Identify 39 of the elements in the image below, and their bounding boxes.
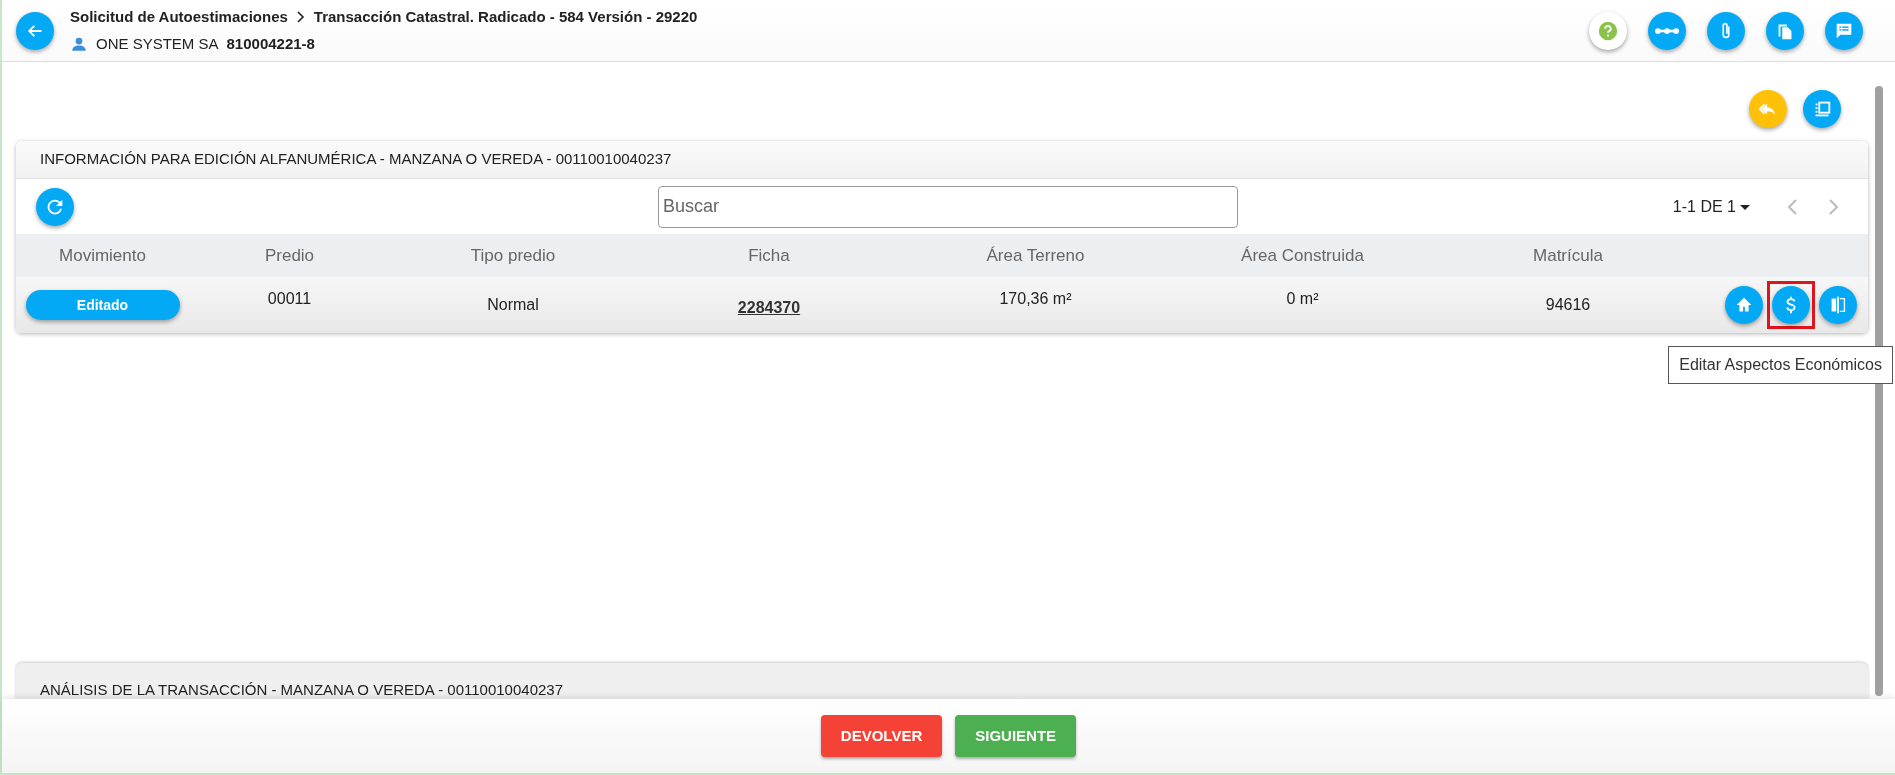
pagination-dropdown[interactable]: 1-1 DE 1 bbox=[1672, 194, 1750, 219]
search-field[interactable]: Buscar bbox=[658, 185, 1238, 228]
return-button[interactable]: DEVOLVER bbox=[820, 715, 943, 757]
panel-title: INFORMACIÓN PARA EDICIÓN ALFANUMÉRICA - MANZANA O VEREDA - 00110010040237 bbox=[16, 141, 1868, 179]
card-link[interactable]: 2284370 bbox=[737, 298, 801, 316]
connected-dots-icon bbox=[1655, 27, 1679, 34]
company-nit: 810004221-8 bbox=[226, 33, 315, 54]
column-header: Ficha bbox=[748, 245, 790, 265]
breadcrumb-item[interactable]: Solicitud de Autoestimaciones bbox=[70, 6, 288, 29]
connected-dots-button[interactable] bbox=[1648, 11, 1686, 50]
table-cell: 94616 bbox=[1545, 296, 1591, 313]
column-header: Movimiento bbox=[59, 245, 146, 265]
next-page-icon[interactable] bbox=[1826, 197, 1840, 216]
table-cell: 00011 bbox=[267, 290, 312, 307]
breadcrumb-item: Transacción Catastral. Radicado - 584 Versión - 29220 bbox=[313, 7, 698, 27]
panel-title: ANÁLISIS DE LA TRANSACCIÓN - MANZANA O VEREDA - 00110010040237 bbox=[40, 679, 563, 699]
tooltip: Editar Aspectos Económicos bbox=[1668, 346, 1893, 384]
refresh-button[interactable] bbox=[36, 187, 74, 226]
previous-page-icon[interactable] bbox=[1786, 197, 1800, 216]
copy-button[interactable] bbox=[1766, 11, 1804, 50]
column-header: Tipo predio bbox=[470, 245, 556, 265]
chevron-icon bbox=[295, 11, 306, 24]
column-header: Área Terreno bbox=[986, 245, 1085, 265]
column-header: Área Construida bbox=[1241, 245, 1364, 265]
column-header: Matrícula bbox=[1533, 245, 1603, 265]
help-icon bbox=[1597, 19, 1619, 42]
back-button[interactable] bbox=[16, 11, 54, 50]
column-header: Predio bbox=[264, 245, 315, 265]
table-cell: 0 m² bbox=[1286, 290, 1319, 307]
company-name: ONE SYSTEM SA bbox=[96, 33, 219, 54]
home-button[interactable] bbox=[1725, 286, 1763, 324]
frame-button[interactable] bbox=[1803, 90, 1841, 128]
paperclip-button[interactable] bbox=[1707, 11, 1745, 50]
message-button[interactable] bbox=[1825, 11, 1863, 50]
double-reply-button[interactable] bbox=[1749, 90, 1787, 128]
help-button[interactable] bbox=[1589, 11, 1627, 50]
table-cell: 170,36 m² bbox=[999, 290, 1072, 307]
compare-button[interactable] bbox=[1819, 286, 1857, 324]
table-cell: Normal bbox=[487, 296, 539, 313]
